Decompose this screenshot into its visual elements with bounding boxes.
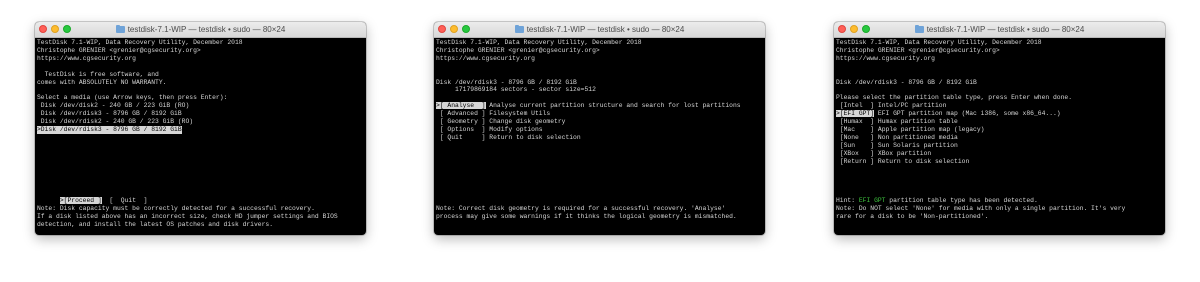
menu-desc: Filesystem Utils [485,110,551,118]
menu-desc: Return to disk selection [485,133,581,141]
type-key[interactable]: [Return ] [836,158,874,165]
type-desc: Intel/PC partition [874,102,947,110]
menu-desc: Change disk geometry [485,118,566,125]
header-line: TestDisk 7.1-WIP, Data Recovery Utility,… [836,39,1042,46]
type-key[interactable]: [Sun ] [836,142,874,149]
media-prompt: Select a media (use Arrow keys, then pre… [37,94,228,102]
quit-button[interactable]: [ Quit ] [436,134,486,141]
close-icon[interactable] [39,25,47,33]
advanced-button[interactable]: [ Advanced ] [436,110,486,117]
menu-item-options[interactable]: [ Options ] Modify options [436,126,543,134]
intro-line: comes with ABSOLUTELY NO WARRANTY. [37,78,167,86]
minimize-icon[interactable] [450,25,458,33]
note-line: If a disk listed above has an incorrect … [37,212,338,220]
type-desc: EFI GPT partition map (Mac i386, some x8… [874,110,1061,118]
terminal-content[interactable]: TestDisk 7.1-WIP, Data Recovery Utility,… [37,39,364,233]
folder-icon [514,24,524,33]
type-desc: Sun Solaris partition [874,141,958,149]
menu-item-advanced[interactable]: [ Advanced ] Filesystem Utils [436,110,550,118]
close-icon[interactable] [438,25,446,33]
type-option-intel[interactable]: [Intel ] Intel/PC partition [836,102,947,110]
note-line: detection, and install the latest OS pat… [37,220,274,228]
type-key[interactable]: [Intel ] [836,102,874,109]
terminal-window-partition-type[interactable]: testdisk-7.1-WIP — testdisk • sudo — 80×… [834,22,1165,235]
menu-desc: Analyse current partition structure and … [485,102,741,110]
close-icon[interactable] [838,25,846,33]
type-desc: Return to disk selection [874,157,970,165]
menu-item-analyse[interactable]: >[ Analyse ] Analyse current partition s… [436,102,741,110]
type-option-return[interactable]: [Return ] Return to disk selection [836,158,969,166]
minimize-icon[interactable] [850,25,858,33]
terminal-content[interactable]: TestDisk 7.1-WIP, Data Recovery Utility,… [836,39,1163,233]
header-line: TestDisk 7.1-WIP, Data Recovery Utility,… [37,39,243,46]
header-line: Christophe GRENIER <grenier@cgsecurity.o… [836,46,1000,54]
folder-icon [115,24,125,33]
partition-prompt: Please select the partition table type, … [836,94,1073,102]
type-option-sun[interactable]: [Sun ] Sun Solaris partition [836,142,958,150]
type-key-selected[interactable]: >[EFI GPT] [836,110,875,118]
type-option-xbox[interactable]: [XBox ] XBox partition [836,150,931,158]
options-button[interactable]: [ Options ] [436,126,486,133]
type-key[interactable]: [None ] [836,134,874,141]
folder-icon [914,24,924,33]
terminal-window-media-select[interactable]: testdisk-7.1-WIP — testdisk • sudo — 80×… [35,22,366,235]
type-option-efi-gpt[interactable]: >[EFI GPT] EFI GPT partition map (Mac i3… [836,110,1061,118]
type-option-none[interactable]: [None ] Non partitioned media [836,134,958,142]
note-line: rare for a disk to be 'Non-partitioned'. [836,212,989,220]
type-desc: Non partitioned media [874,133,958,141]
hint-prefix: Hint: [836,196,859,204]
type-desc: XBox partition [874,149,932,157]
header-line: https://www.cgsecurity.org [436,54,535,62]
intro-line: TestDisk is free software, and [37,70,159,78]
title-bar[interactable]: testdisk-7.1-WIP — testdisk • sudo — 80×… [35,22,366,38]
media-option[interactable]: Disk /dev/rdisk3 - 8796 GB / 8192 GiB [37,110,182,118]
proceed-button[interactable]: >[Proceed ] [59,196,102,204]
hint-line: Hint: EFI GPT partition table type has b… [836,197,1038,205]
type-key[interactable]: [Mac ] [836,126,874,133]
note-line: Note: Do NOT select 'None' for media wit… [836,204,1126,212]
disk-line: Disk /dev/rdisk3 - 8796 GB / 8192 GiB [436,78,577,86]
note-line: process may give some warnings if it thi… [436,212,737,220]
note-line: Note: Correct disk geometry is required … [436,204,726,212]
title-bar[interactable]: testdisk-7.1-WIP — testdisk • sudo — 80×… [834,22,1165,38]
zoom-icon[interactable] [462,25,470,33]
menu-item-geometry[interactable]: [ Geometry ] Change disk geometry [436,118,566,126]
header-line: https://www.cgsecurity.org [836,54,935,62]
terminal-window-disk-menu[interactable]: testdisk-7.1-WIP — testdisk • sudo — 80×… [434,22,765,235]
analyse-button[interactable]: >[ Analyse ] [436,102,486,110]
window-title: testdisk-7.1-WIP — testdisk • sudo — 80×… [914,24,1085,34]
menu-desc: Modify options [485,125,543,133]
window-title-text: testdisk-7.1-WIP — testdisk • sudo — 80×… [926,25,1085,34]
window-title: testdisk-7.1-WIP — testdisk • sudo — 80×… [514,24,685,34]
geometry-button[interactable]: [ Geometry ] [436,118,486,125]
disk-line: Disk /dev/rdisk3 - 8796 GB / 8192 GiB [836,78,977,86]
type-desc: Humax partition table [874,118,958,125]
note-line: Note: Disk capacity must be correctly de… [37,204,315,212]
type-key[interactable]: [XBox ] [836,150,874,157]
media-option[interactable]: Disk /dev/rdisk2 - 240 GB / 223 GiB (RO) [37,118,193,126]
type-desc: Apple partition map (legacy) [874,125,985,133]
media-option[interactable]: Disk /dev/disk2 - 240 GB / 223 GiB (RO) [37,102,189,110]
header-line: TestDisk 7.1-WIP, Data Recovery Utility,… [436,39,642,46]
header-line: Christophe GRENIER <grenier@cgsecurity.o… [436,46,600,54]
zoom-icon[interactable] [63,25,71,33]
type-option-mac[interactable]: [Mac ] Apple partition map (legacy) [836,125,985,134]
window-title: testdisk-7.1-WIP — testdisk • sudo — 80×… [115,24,286,34]
window-title-text: testdisk-7.1-WIP — testdisk • sudo — 80×… [526,25,685,34]
quit-button[interactable]: [ Quit ] [109,197,147,204]
menu-item-quit[interactable]: [ Quit ] Return to disk selection [436,134,581,142]
media-option-selected[interactable]: >Disk /dev/rdisk3 - 8796 GB / 8192 GiB [37,125,182,134]
hint-highlight: EFI GPT [858,196,886,204]
type-key[interactable]: [Humax ] [836,118,874,125]
sectors-line: 17179869184 sectors - sector size=512 [436,86,596,94]
minimize-icon[interactable] [51,25,59,33]
zoom-icon[interactable] [862,25,870,33]
window-title-text: testdisk-7.1-WIP — testdisk • sudo — 80×… [127,25,286,34]
type-option-humax[interactable]: [Humax ] Humax partition table [836,118,958,126]
title-bar[interactable]: testdisk-7.1-WIP — testdisk • sudo — 80×… [434,22,765,38]
header-line: https://www.cgsecurity.org [37,54,136,62]
header-line: Christophe GRENIER <grenier@cgsecurity.o… [37,46,201,54]
terminal-content[interactable]: TestDisk 7.1-WIP, Data Recovery Utility,… [436,39,763,233]
hint-suffix: partition table type has been detected. [885,196,1038,204]
